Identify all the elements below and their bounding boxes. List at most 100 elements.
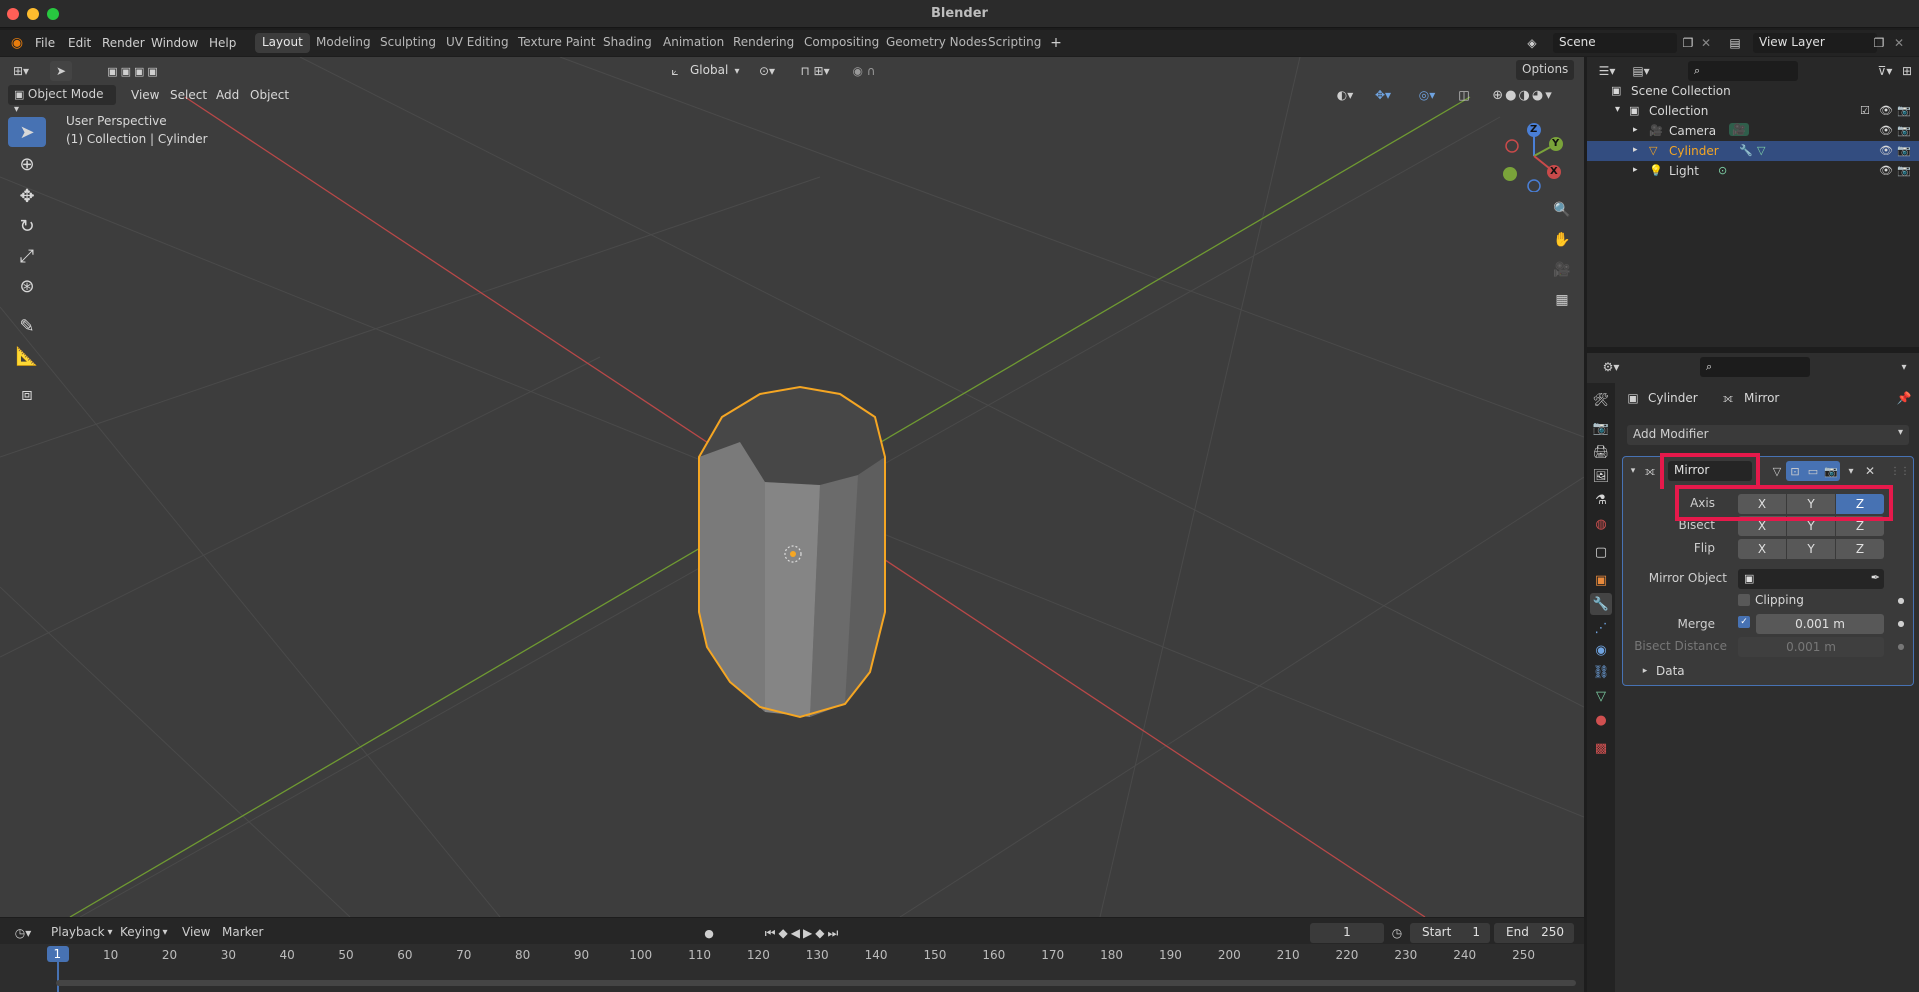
- visibility-eye-icon[interactable]: 👁: [1879, 164, 1893, 177]
- clipping-checkbox[interactable]: [1738, 594, 1750, 606]
- eyedropper-icon[interactable]: ✒: [1871, 571, 1880, 584]
- flip-z-toggle[interactable]: Z: [1836, 539, 1884, 559]
- drag-handle-icon[interactable]: ⋮⋮: [1890, 461, 1910, 481]
- start-frame-field[interactable]: Start 1: [1410, 923, 1490, 943]
- data-tab-icon[interactable]: ▽: [1590, 685, 1612, 707]
- viewport-menu-add[interactable]: Add: [216, 88, 239, 102]
- blender-logo-icon[interactable]: ◉: [8, 34, 26, 52]
- expand-icon[interactable]: ▸: [1633, 125, 1638, 135]
- keyframe-dot-icon[interactable]: ●: [1895, 616, 1907, 630]
- physics-tab-icon[interactable]: ◉: [1590, 639, 1612, 661]
- visibility-eye-icon[interactable]: 👁: [1879, 124, 1893, 137]
- end-frame-field[interactable]: End 250: [1494, 923, 1574, 943]
- keyframe-dot-icon[interactable]: ●: [1895, 593, 1907, 607]
- tab-uv-editing[interactable]: UV Editing: [439, 33, 516, 53]
- object-tab-icon[interactable]: ▣: [1590, 569, 1612, 591]
- preview-range-icon[interactable]: ◷: [1388, 923, 1406, 943]
- data-subpanel-label[interactable]: Data: [1656, 664, 1685, 678]
- render-camera-icon[interactable]: 📷: [1897, 144, 1911, 157]
- select-tool-icon[interactable]: ➤: [8, 117, 46, 147]
- viewport-menu-view[interactable]: View: [131, 88, 159, 102]
- keying-dropdown-icon[interactable]: ▾: [160, 925, 170, 939]
- render-camera-icon[interactable]: 📷: [1897, 124, 1911, 137]
- render-camera-icon[interactable]: 📷: [1897, 164, 1911, 177]
- orientation-value[interactable]: Global: [690, 63, 728, 77]
- add-workspace-icon[interactable]: +: [1047, 34, 1065, 52]
- new-view-layer-icon[interactable]: ❐: [1870, 34, 1888, 52]
- playback-dropdown-icon[interactable]: ▾: [105, 925, 115, 939]
- particles-tab-icon[interactable]: ⋰: [1590, 617, 1612, 639]
- overlay-toggle-icon[interactable]: ◎▾: [1412, 85, 1442, 105]
- timeline-menu-keying[interactable]: Keying: [120, 925, 160, 939]
- bisect-distance-field[interactable]: 0.001 m: [1738, 637, 1884, 657]
- flip-y-toggle[interactable]: Y: [1787, 539, 1835, 559]
- tool-tab-icon[interactable]: 🛠: [1590, 389, 1612, 411]
- material-tab-icon[interactable]: ●: [1590, 709, 1612, 731]
- timeline-menu-playback[interactable]: Playback: [51, 925, 105, 939]
- select-mode-icon[interactable]: ➤: [50, 61, 72, 81]
- collapse-modifier-icon[interactable]: ▾: [1627, 461, 1639, 481]
- outliner-row-camera[interactable]: ▸ 🎥 Camera 🎥 👁 📷: [1587, 121, 1919, 141]
- keyframe-dot-icon[interactable]: ●: [1895, 639, 1907, 653]
- outliner-editor-type-icon[interactable]: ☰▾: [1593, 61, 1621, 81]
- timeline-menu-marker[interactable]: Marker: [222, 925, 263, 939]
- timeline-editor-type-icon[interactable]: ◷▾: [8, 923, 38, 943]
- menu-edit[interactable]: Edit: [62, 34, 97, 52]
- expand-data-icon[interactable]: ▸: [1639, 663, 1651, 679]
- filter-icon[interactable]: ⊽▾: [1873, 61, 1897, 81]
- visibility-eye-icon[interactable]: 👁: [1879, 104, 1893, 117]
- scene-name-field[interactable]: Scene: [1553, 33, 1677, 53]
- gizmo-toggle-icon[interactable]: ✥▾: [1368, 85, 1398, 105]
- expand-icon[interactable]: ▸: [1633, 165, 1638, 175]
- viewport-menu-select[interactable]: Select: [170, 88, 207, 102]
- outliner-search-input[interactable]: ⌕: [1688, 61, 1798, 81]
- expand-icon[interactable]: ▾: [1615, 104, 1620, 115]
- view-layer-tab-icon[interactable]: 🖼: [1590, 465, 1612, 487]
- current-frame-field[interactable]: 1: [1310, 923, 1384, 943]
- menu-render[interactable]: Render: [96, 34, 151, 52]
- display-mode-icon[interactable]: ▤▾: [1627, 61, 1655, 81]
- scale-tool-icon[interactable]: ⤢: [8, 241, 46, 271]
- mirror-object-field[interactable]: ▣ ✒: [1738, 569, 1884, 589]
- pin-icon[interactable]: 📌: [1895, 389, 1913, 407]
- editor-type-icon[interactable]: ⊞▾: [6, 61, 36, 81]
- props-editor-type-icon[interactable]: ⚙▾: [1597, 357, 1625, 377]
- view-layer-field[interactable]: View Layer: [1753, 33, 1877, 53]
- shading-modes-icon[interactable]: ⊕●◑◕▾: [1478, 85, 1568, 105]
- outliner-row-collection[interactable]: ▾ ▣ Collection ☑ 👁 📷: [1587, 101, 1919, 121]
- tab-modeling[interactable]: Modeling: [309, 33, 378, 53]
- delete-scene-icon[interactable]: ✕: [1697, 34, 1715, 52]
- timeline[interactable]: ◷▾ Playback ▾ Keying ▾ View Marker ● ⏮◆◀…: [0, 918, 1584, 992]
- menu-file[interactable]: File: [29, 34, 61, 52]
- texture-tab-icon[interactable]: ▩: [1590, 737, 1612, 759]
- properties-editor[interactable]: ⚙▾ ⌕ ▾ 🛠 📷 🖨 🖼 ⚗ ◍ ▢ ▣ 🔧 ⋰ ◉ ⛓ ▽ ● ▩ ▣ C…: [1587, 353, 1919, 992]
- menu-help[interactable]: Help: [203, 34, 242, 52]
- render-camera-icon[interactable]: 📷: [1897, 104, 1911, 117]
- move-tool-icon[interactable]: ✥: [8, 181, 46, 211]
- snap-icon[interactable]: ⊓ ⊞▾: [790, 61, 840, 81]
- visibility-eye-icon[interactable]: 👁: [1879, 144, 1893, 157]
- tab-sculpting[interactable]: Sculpting: [373, 33, 443, 53]
- record-icon[interactable]: ●: [700, 923, 718, 943]
- transform-tool-icon[interactable]: ⊛: [8, 271, 46, 301]
- outliner[interactable]: ☰▾ ▤▾ ⌕ ⊽▾ ⊞ ▣ Scene Collection ▾ ▣ Coll…: [1587, 57, 1919, 347]
- viewport-scene[interactable]: [0, 57, 1584, 917]
- flip-x-toggle[interactable]: X: [1738, 539, 1786, 559]
- world-tab-icon[interactable]: ◍: [1590, 513, 1612, 535]
- tab-rendering[interactable]: Rendering: [726, 33, 801, 53]
- constraints-tab-icon[interactable]: ⛓: [1590, 661, 1612, 683]
- tab-layout[interactable]: Layout: [255, 33, 310, 53]
- scene-tab-icon[interactable]: ⚗: [1590, 489, 1612, 511]
- merge-checkbox[interactable]: ✓: [1738, 616, 1750, 628]
- add-cube-tool-icon[interactable]: ⧈: [8, 379, 46, 409]
- visibility-toggle-icon[interactable]: ◐▾: [1330, 85, 1360, 105]
- timeline-menu-view[interactable]: View: [182, 925, 210, 939]
- xray-toggle-icon[interactable]: ◫: [1455, 85, 1473, 105]
- pan-hand-icon[interactable]: ✋: [1551, 229, 1573, 251]
- measure-tool-icon[interactable]: 📐: [8, 341, 46, 371]
- exclude-checkbox-icon[interactable]: ☑: [1860, 104, 1870, 117]
- new-collection-icon[interactable]: ⊞: [1898, 61, 1916, 81]
- annotate-tool-icon[interactable]: ✎: [8, 311, 46, 341]
- delete-view-layer-icon[interactable]: ✕: [1890, 34, 1908, 52]
- tab-geometry-nodes[interactable]: Geometry Nodes: [879, 33, 994, 53]
